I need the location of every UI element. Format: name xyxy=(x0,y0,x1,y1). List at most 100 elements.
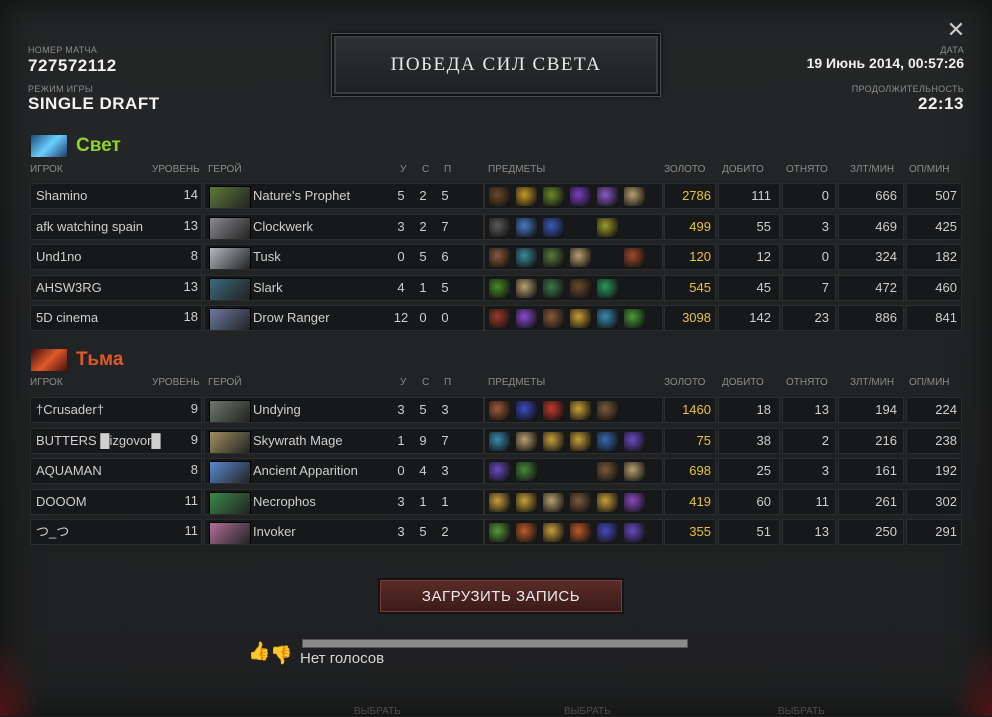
item-slot-icon[interactable] xyxy=(489,492,510,512)
item-slot-icon[interactable] xyxy=(516,492,537,512)
item-slot-icon[interactable] xyxy=(570,431,591,451)
item-slot-icon[interactable] xyxy=(624,492,645,512)
item-slot-icon[interactable] xyxy=(516,278,537,298)
item-slot-icon[interactable] xyxy=(624,523,645,542)
player-row[interactable]: 5D cinema 18 Drow Ranger 12 0 0 3098 142 23 886 84… xyxy=(30,305,962,332)
item-slot-icon[interactable] xyxy=(543,492,564,512)
item-slot-icon[interactable] xyxy=(624,218,645,237)
player-row[interactable]: Und1no 8 Tusk 0 5 6 120 12 0 324 182 xyxy=(30,244,962,271)
hero-portrait xyxy=(209,277,251,300)
item-slot-icon[interactable] xyxy=(516,187,537,206)
item-slot-icon[interactable] xyxy=(543,401,564,420)
item-slot-icon[interactable] xyxy=(489,523,510,542)
player-row[interactable]: AQUAMAN 8 Ancient Apparition 0 4 3 698 25 3 161 19… xyxy=(30,458,962,485)
item-slot-icon[interactable] xyxy=(597,431,618,451)
item-slot-icon[interactable] xyxy=(624,462,645,481)
thumb-down-icon[interactable]: 👎 xyxy=(270,644,292,666)
item-slot-icon[interactable] xyxy=(516,462,537,481)
player-level: 14 xyxy=(183,187,198,202)
item-slot-icon[interactable] xyxy=(624,187,645,206)
item-slot-icon[interactable] xyxy=(489,462,510,481)
kills: 1 xyxy=(397,432,405,448)
last-hits: 60 xyxy=(718,488,780,515)
items-cell xyxy=(484,458,663,484)
item-slot-icon[interactable] xyxy=(570,309,591,328)
item-slot-icon[interactable] xyxy=(543,278,564,298)
dire-icon xyxy=(30,348,68,372)
votes-text: Нет голосов xyxy=(300,650,385,667)
player-row[interactable]: afk watching spain 13 Clockwerk 3 2 7 499 55 3 46… xyxy=(30,213,962,241)
deaths: 5 xyxy=(419,249,427,264)
item-slot-icon[interactable] xyxy=(489,401,510,420)
denies: 2 xyxy=(782,427,836,454)
item-slot-icon[interactable] xyxy=(624,431,645,451)
hero-cell: Tusk 0 5 6 xyxy=(204,244,484,270)
item-slot-icon[interactable] xyxy=(570,248,591,267)
item-slot-icon[interactable] xyxy=(624,279,645,298)
player-row[interactable]: BUTTERS █izgovor█ 9 Skywrath Mage 1 9 7 75 38 2 2… xyxy=(30,427,962,455)
item-slot-icon[interactable] xyxy=(570,492,591,512)
thumb-up-icon[interactable]: 👍 xyxy=(248,640,270,662)
item-slot-icon[interactable] xyxy=(543,187,564,206)
item-slot-icon[interactable] xyxy=(543,248,564,267)
items-cell xyxy=(484,427,663,454)
item-slot-icon[interactable] xyxy=(570,401,591,420)
item-slot-icon[interactable] xyxy=(570,218,591,237)
item-slot-icon[interactable] xyxy=(570,187,591,206)
xp-per-min: 460 xyxy=(906,274,962,301)
player-row[interactable]: DOOOM 11 Necrophos 3 1 1 419 60 11 261 302 xyxy=(30,488,962,516)
hero-cell: Skywrath Mage 1 9 7 xyxy=(204,427,484,454)
item-slot-icon[interactable] xyxy=(543,431,564,451)
item-slot-icon[interactable] xyxy=(597,401,618,420)
item-slot-icon[interactable] xyxy=(624,248,645,267)
item-slot-icon[interactable] xyxy=(597,462,618,481)
item-slot-icon[interactable] xyxy=(489,431,510,451)
item-slot-icon[interactable] xyxy=(543,217,564,237)
gold-per-min: 161 xyxy=(838,458,904,484)
item-slot-icon[interactable] xyxy=(516,523,537,542)
item-slot-icon[interactable] xyxy=(489,309,510,328)
player-row[interactable]: AHSW3RG 13 Slark 4 1 5 545 45 7 472 460 xyxy=(30,274,962,302)
items-cell xyxy=(484,488,663,515)
item-slot-icon[interactable] xyxy=(543,462,564,481)
item-slot-icon[interactable] xyxy=(516,431,537,451)
item-slot-icon[interactable] xyxy=(570,278,591,298)
player-row[interactable]: Shamino 14 Nature's Prophet 5 2 5 2786 111 0 666 5… xyxy=(30,183,962,210)
player-row[interactable]: つ_つ 11 Invoker 3 5 2 355 51 13 250 291 xyxy=(30,519,962,546)
item-slot-icon[interactable] xyxy=(489,187,510,206)
download-replay-button[interactable]: ЗАГРУЗИТЬ ЗАПИСЬ xyxy=(380,580,622,612)
item-slot-icon[interactable] xyxy=(597,523,618,542)
gold: 3098 xyxy=(664,305,716,331)
assists: 1 xyxy=(441,493,449,509)
hero-name: Undying xyxy=(253,402,301,417)
last-hits: 12 xyxy=(718,244,780,270)
radiant-header-denies: ОТНЯТО xyxy=(786,164,828,175)
item-slot-icon[interactable] xyxy=(516,217,537,237)
gold-per-min: 886 xyxy=(838,305,904,331)
kills: 4 xyxy=(397,279,405,295)
xp-per-min: 238 xyxy=(906,427,962,454)
player-level: 18 xyxy=(183,309,198,324)
item-slot-icon[interactable] xyxy=(489,248,510,267)
item-slot-icon[interactable] xyxy=(570,462,591,481)
item-slot-icon[interactable] xyxy=(516,248,537,267)
deaths: 5 xyxy=(419,402,427,417)
player-row[interactable]: †Crusader† 9 Undying 3 5 3 1460 18 13 194 224 xyxy=(30,397,962,424)
item-slot-icon[interactable] xyxy=(570,523,591,542)
item-slot-icon[interactable] xyxy=(516,401,537,420)
item-slot-icon[interactable] xyxy=(597,492,618,512)
item-slot-icon[interactable] xyxy=(543,523,564,542)
item-slot-icon[interactable] xyxy=(489,278,510,298)
item-slot-icon[interactable] xyxy=(516,309,537,328)
item-slot-icon[interactable] xyxy=(624,401,645,420)
item-slot-icon[interactable] xyxy=(597,248,618,267)
item-slot-icon[interactable] xyxy=(624,309,645,328)
item-slot-icon[interactable] xyxy=(597,217,618,237)
close-icon[interactable]: ✕ xyxy=(946,19,966,41)
hero-name: Invoker xyxy=(253,524,296,539)
item-slot-icon[interactable] xyxy=(597,187,618,206)
item-slot-icon[interactable] xyxy=(597,278,618,298)
item-slot-icon[interactable] xyxy=(543,309,564,328)
item-slot-icon[interactable] xyxy=(597,309,618,328)
item-slot-icon[interactable] xyxy=(489,217,510,237)
